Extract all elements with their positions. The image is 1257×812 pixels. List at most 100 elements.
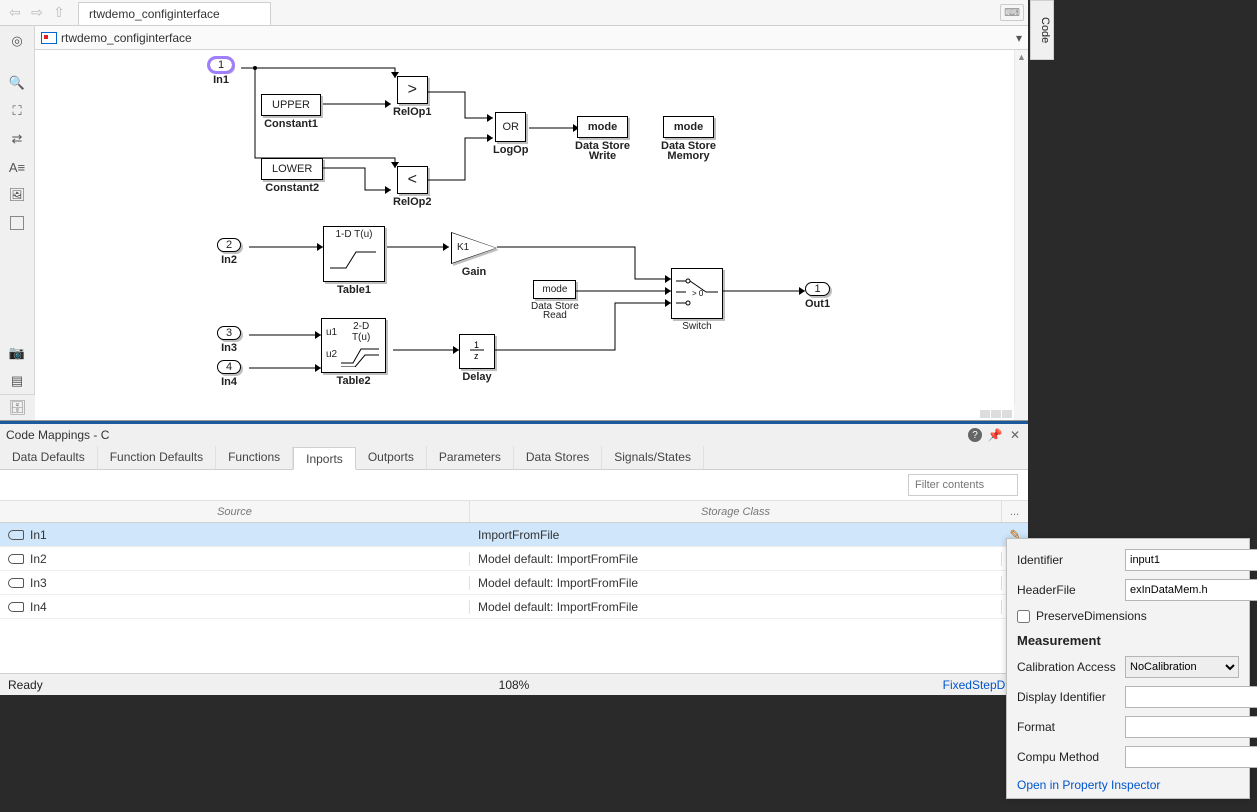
table-header: Source Storage Class ... — [0, 501, 1028, 523]
tab-data-defaults[interactable]: Data Defaults — [0, 446, 98, 469]
block-in2[interactable]: 2 In2 — [217, 238, 241, 266]
row-storage: Model default: ImportFromFile — [470, 600, 1002, 614]
table-row[interactable]: In4 Model default: ImportFromFile — [0, 595, 1028, 619]
model-area: ◎ 🔍 ⛶ ⇄ A≡ 🖼 📷 ▤ » rtwdemo_configinterfa… — [0, 26, 1028, 421]
block-logop[interactable]: OR LogOp — [493, 112, 528, 156]
property-panel: Identifier HeaderFile PreserveDimensions… — [1006, 538, 1250, 799]
breadcrumb[interactable]: rtwdemo_configinterface ▾ — [35, 26, 1028, 50]
tab-bar: rtwdemo_configinterface — [78, 0, 271, 25]
status-bar: Ready 108% FixedStepDisc — [0, 673, 1028, 695]
block-table1[interactable]: 1-D T(u) Table1 — [323, 226, 385, 296]
block-relop1[interactable]: > RelOp1 — [393, 76, 432, 118]
col-extra[interactable]: ... — [1002, 501, 1028, 522]
preserve-dimensions-checkbox[interactable] — [1017, 610, 1030, 623]
identifier-label: Identifier — [1017, 553, 1117, 567]
tab-parameters[interactable]: Parameters — [427, 446, 514, 469]
image-icon[interactable]: 🖼 — [6, 184, 28, 206]
camera-icon[interactable]: 📷 — [6, 342, 28, 364]
block-constant2[interactable]: LOWER Constant2 — [261, 158, 323, 194]
lookup-curve-icon — [328, 240, 380, 276]
headerfile-label: HeaderFile — [1017, 583, 1117, 597]
chevron-down-icon[interactable]: ▾ — [1016, 31, 1022, 45]
display-identifier-label: Display Identifier — [1017, 690, 1117, 704]
inport-icon — [8, 578, 24, 588]
display-identifier-input[interactable] — [1125, 686, 1257, 708]
table-row[interactable]: In3Model default: ImportFromFile — [0, 571, 1028, 595]
col-source[interactable]: Source — [0, 501, 470, 522]
svg-text:1: 1 — [474, 340, 479, 350]
block-dsread[interactable]: mode Data Store Read — [531, 280, 579, 321]
list-icon[interactable]: ▤ — [6, 370, 28, 392]
code-mappings-table: Source Storage Class ... In1ImportFromFi… — [0, 500, 1028, 673]
calibration-select[interactable]: NoCalibration — [1125, 656, 1239, 678]
annotation-icon[interactable]: A≡ — [6, 156, 28, 178]
block-dsmem[interactable]: mode Data Store Memory — [661, 116, 716, 162]
block-out1[interactable]: 1 Out1 — [805, 282, 830, 310]
block-gain[interactable]: K1 Gain — [451, 232, 497, 278]
code-mappings-panel: Code Mappings - C ? 📌 ✕ Data DefaultsFun… — [0, 421, 1028, 673]
model-body: rtwdemo_configinterface ▾ — [35, 26, 1028, 420]
compu-method-label: Compu Method — [1017, 750, 1117, 764]
measurement-section: Measurement — [1017, 633, 1239, 648]
row-name: In2 — [30, 552, 47, 566]
fit-icon[interactable]: ⛶ — [6, 100, 28, 122]
help-icon[interactable]: ? — [968, 428, 982, 442]
delay-icon: 1 z — [468, 339, 486, 361]
col-storage-class[interactable]: Storage Class — [470, 501, 1002, 522]
model-tab[interactable]: rtwdemo_configinterface — [78, 2, 271, 25]
keyboard-icon[interactable]: ⌨ — [1000, 4, 1024, 21]
lookup-2d-icon — [341, 343, 381, 367]
code-panel-tab[interactable]: Code — [1030, 0, 1054, 60]
target-icon[interactable]: ◎ — [6, 30, 28, 52]
tab-function-defaults[interactable]: Function Defaults — [98, 446, 216, 469]
svg-text:> 0: > 0 — [692, 289, 704, 298]
model-data-icon[interactable]: 🗄 — [0, 394, 35, 420]
model-icon — [41, 32, 57, 44]
block-constant1[interactable]: UPPER Constant1 — [261, 94, 321, 130]
format-input[interactable] — [1125, 716, 1257, 738]
close-icon[interactable]: ✕ — [1008, 428, 1022, 442]
forward-icon[interactable]: ⇨ — [26, 2, 48, 24]
canvas-overview-icon[interactable] — [980, 410, 1012, 418]
zoom-in-icon[interactable]: 🔍 — [6, 72, 28, 94]
identifier-input[interactable] — [1125, 549, 1257, 571]
status-zoom[interactable]: 108% — [499, 678, 530, 692]
block-switch[interactable]: > 0 Switch — [671, 268, 723, 332]
pin-icon[interactable]: 📌 — [988, 428, 1002, 442]
breadcrumb-text: rtwdemo_configinterface — [61, 31, 192, 45]
compu-method-input[interactable] — [1125, 746, 1257, 768]
canvas[interactable]: 1 In1 UPPER Constant1 LOWER Constant2 > … — [35, 50, 1028, 420]
inport-icon — [8, 530, 24, 540]
tab-functions[interactable]: Functions — [216, 446, 293, 469]
row-name: In4 — [30, 600, 47, 614]
filter-input[interactable] — [908, 474, 1018, 496]
block-icon[interactable] — [6, 212, 28, 234]
block-table2[interactable]: u1 u2 2-DT(u) Tab — [321, 318, 386, 387]
tab-signals-states[interactable]: Signals/States — [602, 446, 704, 469]
tab-inports[interactable]: Inports — [293, 447, 356, 470]
block-label: In1 — [209, 74, 233, 86]
block-delay[interactable]: 1 z Delay — [459, 334, 495, 383]
nav-bar: ⇦ ⇨ ⇧ rtwdemo_configinterface ⌨ — [0, 0, 1028, 26]
tab-data-stores[interactable]: Data Stores — [514, 446, 602, 469]
block-in3[interactable]: 3 In3 — [217, 326, 241, 354]
vertical-scrollbar[interactable]: ▲ — [1014, 50, 1028, 404]
block-in4[interactable]: 4 In4 — [217, 360, 241, 388]
swap-icon[interactable]: ⇄ — [6, 128, 28, 150]
row-name: In1 — [30, 528, 47, 542]
inport-icon — [8, 554, 24, 564]
headerfile-input[interactable] — [1125, 579, 1257, 601]
table-row[interactable]: In1ImportFromFile✎ — [0, 523, 1028, 547]
inport-icon — [8, 602, 24, 612]
table-row[interactable]: In2Model default: ImportFromFile — [0, 547, 1028, 571]
format-label: Format — [1017, 720, 1117, 734]
back-icon[interactable]: ⇦ — [4, 2, 26, 24]
calibration-label: Calibration Access — [1017, 660, 1117, 674]
up-icon[interactable]: ⇧ — [48, 2, 70, 24]
block-relop2[interactable]: < RelOp2 — [393, 166, 432, 208]
left-toolbar: ◎ 🔍 ⛶ ⇄ A≡ 🖼 📷 ▤ » — [0, 26, 35, 420]
open-property-inspector-link[interactable]: Open in Property Inspector — [1017, 778, 1239, 792]
tab-outports[interactable]: Outports — [356, 446, 427, 469]
block-dswrite[interactable]: mode Data Store Write — [575, 116, 630, 162]
block-in1[interactable]: 1 In1 — [209, 58, 233, 86]
